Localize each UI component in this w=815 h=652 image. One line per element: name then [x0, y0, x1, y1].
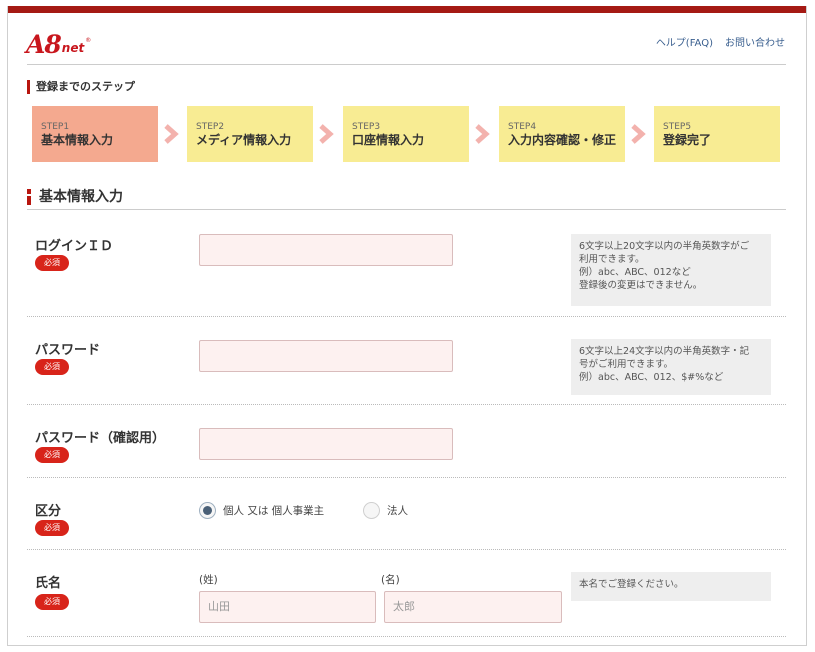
hint-line: 利用できます。	[579, 254, 645, 265]
radio-unchecked-icon[interactable]	[363, 502, 380, 519]
name-hint: 本名でご登録ください。	[571, 572, 771, 601]
hint-line: 登録後の変更はできません。	[579, 280, 703, 291]
name-label: 氏名	[35, 576, 62, 591]
password-confirm-row: パスワード（確認用） 必須	[27, 405, 786, 478]
step-number: STEP2	[196, 122, 225, 132]
login-id-label: ログインＩＤ	[35, 239, 114, 254]
step-1: STEP1 基本情報入力	[32, 106, 158, 162]
password-input[interactable]	[199, 340, 453, 372]
logo-suffix: net	[61, 41, 85, 55]
logo-trademark-icon: ®	[85, 37, 92, 44]
last-name-input[interactable]: 山田	[199, 591, 376, 623]
top-accent-bar	[8, 6, 806, 13]
hint-line: 例）abc、ABC、012など	[579, 267, 691, 278]
section-heading: 基本情報入力	[27, 189, 786, 210]
header-links: ヘルプ(FAQ) お問い合わせ	[656, 34, 785, 49]
login-id-hint: 6文字以上20文字以内の半角英数字がご 利用できます。 例）abc、ABC、01…	[571, 234, 771, 306]
hint-line: 本名でご登録ください。	[579, 579, 684, 590]
step-name: 口座情報入力	[352, 133, 425, 147]
first-name-input[interactable]: 太郎	[384, 591, 562, 623]
login-id-row: ログインＩＤ 必須 6文字以上20文字以内の半角英数字がご 利用できます。 例）…	[27, 211, 786, 317]
step-name: 登録完了	[663, 133, 712, 147]
chevron-right-icon	[319, 124, 334, 144]
step-number: STEP3	[352, 122, 381, 132]
chevron-right-icon	[475, 124, 490, 144]
category-option-individual[interactable]: 個人 又は 個人事業主	[199, 502, 324, 519]
category-option-corporation[interactable]: 法人	[363, 502, 408, 519]
password-label: パスワード	[35, 343, 101, 358]
step-name: メディア情報入力	[196, 133, 292, 147]
password-confirm-label: パスワード（確認用）	[35, 431, 166, 446]
step-number: STEP5	[663, 122, 692, 132]
section-title: 基本情報入力	[39, 189, 123, 205]
step-2: STEP2 メディア情報入力	[187, 106, 313, 162]
category-label: 区分	[35, 504, 62, 519]
required-badge: 必須	[35, 594, 69, 610]
section-marker	[27, 189, 31, 205]
radio-checked-icon[interactable]	[199, 502, 216, 519]
required-badge: 必須	[35, 255, 69, 271]
option-label: 法人	[387, 505, 408, 517]
page-frame: A8 net ® ヘルプ(FAQ) お問い合わせ 登録までのステップ STEP1…	[7, 6, 807, 646]
step-3: STEP3 口座情報入力	[343, 106, 469, 162]
required-badge: 必須	[35, 447, 69, 463]
step-number: STEP1	[41, 122, 70, 132]
steps-heading: 登録までのステップ	[27, 80, 135, 94]
step-5: STEP5 登録完了	[654, 106, 780, 162]
contact-link[interactable]: お問い合わせ	[725, 34, 785, 49]
hint-line: 号がご利用できます。	[579, 359, 674, 370]
login-id-input[interactable]	[199, 234, 453, 266]
step-number: STEP4	[508, 122, 537, 132]
required-badge: 必須	[35, 520, 69, 536]
password-row: パスワード 必須 6文字以上24文字以内の半角英数字・記 号がご利用できます。 …	[27, 317, 786, 405]
step-name: 入力内容確認・修正	[508, 133, 617, 147]
step-4: STEP4 入力内容確認・修正	[499, 106, 625, 162]
step-name: 基本情報入力	[41, 133, 114, 147]
registration-steps: STEP1 基本情報入力 STEP2 メディア情報入力 STEP3 口座情報入力…	[32, 106, 782, 162]
password-confirm-input[interactable]	[199, 428, 453, 460]
hint-line: 6文字以上20文字以内の半角英数字がご	[579, 241, 750, 252]
chevron-right-icon	[631, 124, 646, 144]
help-faq-link[interactable]: ヘルプ(FAQ)	[656, 34, 713, 49]
last-name-label: (姓)	[199, 574, 218, 586]
header-divider	[27, 64, 786, 65]
hint-line: 6文字以上24文字以内の半角英数字・記	[579, 346, 750, 357]
hint-line: 例）abc、ABC、012、$#%など	[579, 372, 724, 383]
chevron-right-icon	[164, 124, 179, 144]
option-label: 個人 又は 個人事業主	[223, 505, 325, 517]
category-row: 区分 必須 個人 又は 個人事業主 法人	[27, 478, 786, 550]
a8net-logo[interactable]: A8 net ®	[26, 28, 91, 58]
name-row: 氏名 必須 (姓) (名) 山田 太郎 本名でご登録ください。	[27, 550, 786, 637]
password-hint: 6文字以上24文字以内の半角英数字・記 号がご利用できます。 例）abc、ABC…	[571, 339, 771, 395]
logo-main: A8	[26, 30, 62, 59]
first-name-label: (名)	[381, 574, 400, 586]
required-badge: 必須	[35, 359, 69, 375]
